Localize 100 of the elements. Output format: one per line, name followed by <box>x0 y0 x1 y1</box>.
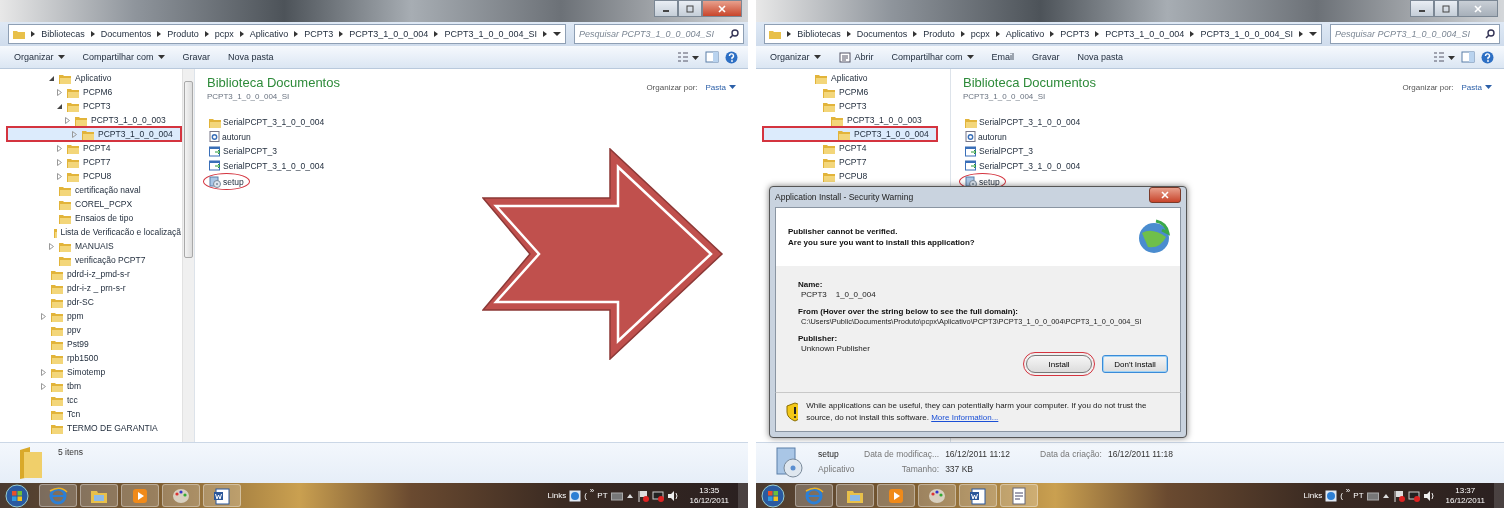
collapsed-arrow-icon[interactable] <box>48 242 55 250</box>
tree-item[interactable]: PCPU8 <box>756 169 937 183</box>
tree-item[interactable]: Aplicativo <box>756 71 937 85</box>
tree-item[interactable]: Pst99 <box>0 337 181 351</box>
breadcrumb-item[interactable]: Documentos <box>100 29 152 39</box>
search-field[interactable]: Pesquisar PCPT3_1_0_0_004_SI <box>574 24 744 44</box>
taskbar-button[interactable] <box>877 484 915 507</box>
language-indicator[interactable]: PT <box>597 491 608 500</box>
keyboard-icon[interactable] <box>1366 490 1379 501</box>
volume-icon[interactable] <box>666 489 679 502</box>
volume-icon[interactable] <box>1422 489 1435 502</box>
collapsed-arrow-icon[interactable] <box>40 382 47 390</box>
toolbar-button[interactable]: Organizar <box>8 50 71 64</box>
breadcrumb-item[interactable]: PCPT3_1_0_0_004_SI <box>1200 29 1293 39</box>
arrange-dropdown[interactable]: Pasta <box>1461 83 1492 92</box>
globe-icon[interactable] <box>569 489 582 502</box>
toolbar-button[interactable]: Compartilhar com <box>76 50 171 64</box>
breadcrumb-item[interactable]: Documentos <box>856 29 908 39</box>
tree-item[interactable]: rpb1500 <box>0 351 181 365</box>
file-item[interactable]: autorun <box>207 129 253 144</box>
expanded-arrow-icon[interactable] <box>56 102 63 110</box>
breadcrumb-item[interactable]: Bibliotecas <box>797 29 841 39</box>
toolbar-button[interactable]: Email <box>985 50 1021 64</box>
minimize-button[interactable] <box>654 0 678 17</box>
toolbar-button[interactable]: Nova pasta <box>222 50 280 64</box>
tree-item[interactable]: PCPT3_1_0_0_004 <box>7 127 181 141</box>
collapsed-arrow-icon[interactable] <box>56 172 63 180</box>
file-item[interactable]: SerialPCPT_3_1_0_0_004 <box>963 115 1083 130</box>
file-item[interactable]: SerialPCPT_3_1_0_0_004 <box>963 158 1083 173</box>
toolbar-button[interactable]: Gravar <box>176 50 217 64</box>
scrollbar[interactable] <box>182 69 194 442</box>
preview-pane-icon[interactable] <box>1461 51 1475 63</box>
taskbar-button[interactable] <box>203 484 241 507</box>
tree-item[interactable]: verificação PCPT7 <box>0 253 181 267</box>
view-options-icon[interactable] <box>677 51 699 63</box>
clock[interactable]: 13:37 16/12/2011 <box>1445 485 1485 506</box>
help-icon[interactable] <box>1481 50 1494 64</box>
file-item[interactable]: SerialPCPT_3 <box>207 144 279 159</box>
file-item[interactable]: autorun <box>963 129 1009 144</box>
keyboard-icon[interactable] <box>610 490 623 501</box>
flag-icon[interactable] <box>1392 489 1405 502</box>
search-field[interactable]: Pesquisar PCPT3_1_0_0_004_SI <box>1330 24 1500 44</box>
view-options-icon[interactable] <box>1433 51 1455 63</box>
breadcrumb-item[interactable]: Bibliotecas <box>41 29 85 39</box>
breadcrumb-item[interactable]: Produto <box>167 29 199 39</box>
tree-item[interactable]: MANUAIS <box>0 239 181 253</box>
address-bar[interactable]: Bibliotecas Documentos Produto pcpx Aplicativo PCPT3 PCPT3_1_0_0_004 PCPT3_1_0_0_004_SI <box>764 24 1322 44</box>
tree-item[interactable]: Lista de Verificacão e localizaçã <box>0 225 181 239</box>
tree-item[interactable]: ppv <box>0 323 181 337</box>
flag-icon[interactable] <box>636 489 649 502</box>
file-item[interactable]: SerialPCPT_3 <box>963 144 1035 159</box>
network-icon[interactable] <box>1407 489 1420 502</box>
breadcrumb-item[interactable]: Produto <box>923 29 955 39</box>
tree-item[interactable]: pdr-SC <box>0 295 181 309</box>
toolbar-button[interactable]: Compartilhar com <box>885 50 980 64</box>
tree-item[interactable]: PCPT3_1_0_0_004 <box>763 127 937 141</box>
links-label[interactable]: Links <box>547 491 567 500</box>
toolbar-button[interactable]: Nova pasta <box>1071 50 1130 64</box>
tree-item[interactable]: Simotemp <box>0 365 181 379</box>
show-hidden-icons-icon[interactable] <box>625 492 634 499</box>
taskbar-button[interactable] <box>121 484 159 507</box>
tree-item[interactable]: PCPT7 <box>0 155 181 169</box>
expanded-arrow-icon[interactable] <box>48 74 55 82</box>
tree-item[interactable]: pdrd-i-z_pmd-s-r <box>0 267 181 281</box>
network-icon[interactable] <box>651 489 664 502</box>
breadcrumb-item[interactable]: PCPT3_1_0_0_004 <box>349 29 429 39</box>
breadcrumb-item[interactable]: PCPT3_1_0_0_004_SI <box>444 29 537 39</box>
dropdown-icon[interactable] <box>552 31 561 37</box>
toolbar-button[interactable]: Gravar <box>1026 50 1066 64</box>
start-button[interactable] <box>760 483 786 508</box>
breadcrumb-item[interactable]: Aplicativo <box>249 29 289 39</box>
tree-item[interactable]: tcc <box>0 393 181 407</box>
tree-item[interactable]: PCPT4 <box>756 141 937 155</box>
collapsed-arrow-icon[interactable] <box>56 88 63 96</box>
tree-item[interactable]: certificação naval <box>0 183 181 197</box>
dialog-button[interactable]: Don't Install <box>1102 355 1168 373</box>
tree-item[interactable]: PCPT4 <box>0 141 181 155</box>
tree-item[interactable]: PCPT3 <box>0 99 181 113</box>
more-button[interactable]: » <box>1345 486 1351 495</box>
breadcrumb-item[interactable]: Aplicativo <box>1005 29 1045 39</box>
help-icon[interactable] <box>725 50 738 64</box>
minimize-button[interactable] <box>1410 0 1434 17</box>
close-button[interactable] <box>1149 187 1181 203</box>
breadcrumb-item[interactable]: pcpx <box>970 29 990 39</box>
collapsed-arrow-icon[interactable] <box>64 116 71 124</box>
collapsed-arrow-icon[interactable] <box>71 130 78 138</box>
clock[interactable]: 13:35 16/12/2011 <box>689 485 729 506</box>
breadcrumb-item[interactable]: PCPT3_1_0_0_004 <box>1105 29 1185 39</box>
breadcrumb-item[interactable]: PCPT3 <box>1060 29 1090 39</box>
breadcrumb-item[interactable]: PCPT3 <box>304 29 334 39</box>
tree-item[interactable]: pdr-i-z _ prn-s-r <box>0 281 181 295</box>
tree-item[interactable]: COREL_PCPX <box>0 197 181 211</box>
collapsed-arrow-icon[interactable] <box>56 158 63 166</box>
tree-item[interactable]: Ensaios de tipo <box>0 211 181 225</box>
globe-icon[interactable] <box>1325 489 1338 502</box>
tree-item[interactable]: Tcn <box>0 407 181 421</box>
tree-item[interactable]: tbm <box>0 379 181 393</box>
dropdown-icon[interactable] <box>1308 31 1317 37</box>
tree-item[interactable]: PCPT3_1_0_0_003 <box>756 113 937 127</box>
dialog-button[interactable]: Install <box>1026 355 1092 373</box>
